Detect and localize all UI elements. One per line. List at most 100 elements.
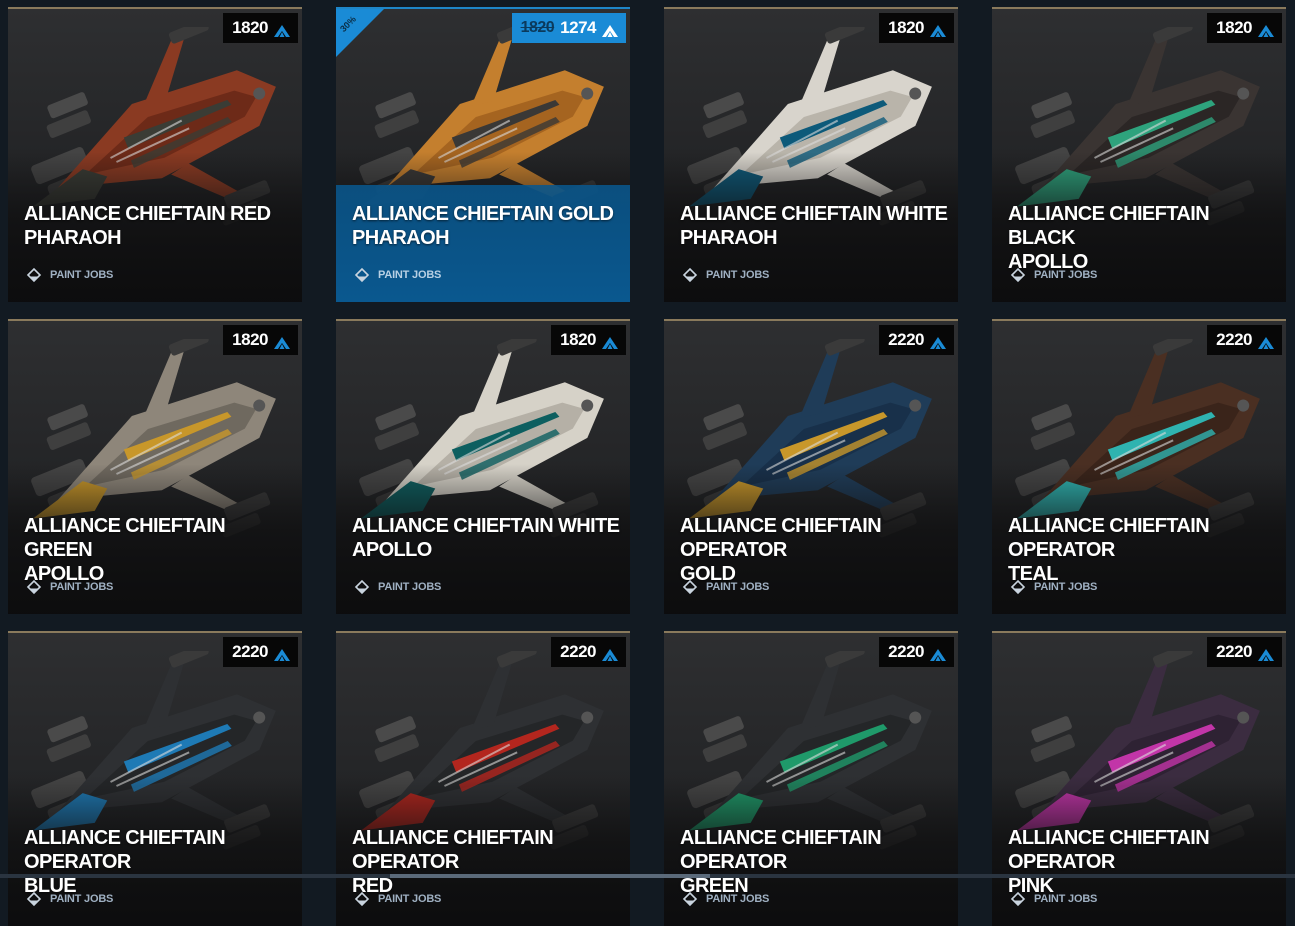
product-title-line2: APOLLO	[352, 539, 432, 561]
price-value: 2220	[560, 642, 596, 661]
product-category: PAINT JOBS	[26, 267, 113, 283]
paint-bucket-icon	[1010, 891, 1026, 907]
category-label: PAINT JOBS	[50, 581, 114, 593]
product-title-line1: ALLIANCE CHIEFTAIN RED	[24, 203, 271, 225]
paint-bucket-icon	[354, 579, 370, 595]
category-label: PAINT JOBS	[1034, 893, 1098, 905]
product-card[interactable]: 2220 ALLIANCE CHIEFTAIN OPERATOR RED PAINT …	[336, 631, 630, 926]
product-category: PAINT JOBS	[354, 579, 441, 595]
product-category: PAINT JOBS	[354, 891, 441, 907]
product-title-line1: ALLIANCE CHIEFTAIN GREEN	[24, 515, 226, 561]
price-value: 1820	[1216, 18, 1252, 37]
product-title: ALLIANCE CHIEFTAIN WHITE APOLLO	[352, 514, 622, 562]
discount-label: 30%	[338, 14, 358, 34]
price-badge: 2220	[551, 637, 626, 667]
price-badge: 2220	[1207, 325, 1282, 355]
product-card[interactable]: 30% 1820 1274 ALLIANCE CHIEFTAIN GOLD PHARAO…	[336, 7, 630, 302]
category-label: PAINT JOBS	[378, 581, 442, 593]
discount-ribbon: 30%	[336, 9, 392, 65]
product-title-line1: ALLIANCE CHIEFTAIN GOLD	[352, 203, 614, 225]
product-title-line2: PHARAOH	[352, 227, 450, 249]
price-value: 2220	[888, 642, 924, 661]
product-title-line1: ALLIANCE CHIEFTAIN OPERATOR	[24, 827, 226, 873]
category-label: PAINT JOBS	[706, 893, 770, 905]
product-card[interactable]: 1820 ALLIANCE CHIEFTAIN GREEN APOLLO PAINT …	[8, 319, 302, 614]
product-title-line1: ALLIANCE CHIEFTAIN OPERATOR	[1008, 827, 1210, 873]
product-card[interactable]: 1820 ALLIANCE CHIEFTAIN WHITE APOLLO PAINT …	[336, 319, 630, 614]
price-badge: 1820 1274	[511, 13, 626, 43]
price-value: 1820	[232, 330, 268, 349]
price-value: 1820	[560, 330, 596, 349]
product-category: PAINT JOBS	[1010, 891, 1097, 907]
arx-currency-icon	[930, 22, 946, 37]
arx-currency-icon	[1258, 646, 1274, 661]
product-title-line1: ALLIANCE CHIEFTAIN OPERATOR	[680, 515, 882, 561]
product-grid: 1820 ALLIANCE CHIEFTAIN RED PHARAOH PAINT J…	[8, 7, 1288, 926]
price-value: 1820	[888, 18, 924, 37]
product-title-line1: ALLIANCE CHIEFTAIN WHITE	[680, 203, 948, 225]
horizontal-scrollbar[interactable]	[0, 874, 1295, 878]
category-label: PAINT JOBS	[1034, 581, 1098, 593]
product-title: ALLIANCE CHIEFTAIN OPERATOR TEAL	[1008, 514, 1278, 586]
product-category: PAINT JOBS	[354, 267, 441, 283]
paint-bucket-icon	[354, 891, 370, 907]
product-title-line1: ALLIANCE CHIEFTAIN OPERATOR	[1008, 515, 1210, 561]
product-title: ALLIANCE CHIEFTAIN OPERATOR GOLD	[680, 514, 950, 586]
product-card[interactable]: 2220 ALLIANCE CHIEFTAIN OPERATOR TEAL PAINT…	[992, 319, 1286, 614]
product-card[interactable]: 2220 ALLIANCE CHIEFTAIN OPERATOR GOLD PAINT…	[664, 319, 958, 614]
paint-bucket-icon	[26, 891, 42, 907]
product-title-line1: ALLIANCE CHIEFTAIN WHITE	[352, 515, 620, 537]
price-value: 2220	[232, 642, 268, 661]
product-category: PAINT JOBS	[682, 891, 769, 907]
product-title: ALLIANCE CHIEFTAIN WHITE PHARAOH	[680, 202, 950, 250]
price-badge: 2220	[1207, 637, 1282, 667]
original-price: 1820	[520, 19, 555, 36]
price-badge: 1820	[223, 13, 298, 43]
price-badge: 2220	[879, 325, 954, 355]
product-card[interactable]: 1820 ALLIANCE CHIEFTAIN RED PHARAOH PAINT J…	[8, 7, 302, 302]
price-value: 2220	[1216, 642, 1252, 661]
product-card[interactable]: 2220 ALLIANCE CHIEFTAIN OPERATOR BLUE PAINT…	[8, 631, 302, 926]
product-title-line1: ALLIANCE CHIEFTAIN OPERATOR	[680, 827, 882, 873]
price-badge: 1820	[223, 325, 298, 355]
price-badge: 2220	[879, 637, 954, 667]
arx-currency-icon	[930, 646, 946, 661]
arx-currency-icon	[602, 646, 618, 661]
category-label: PAINT JOBS	[378, 893, 442, 905]
product-title-line1: ALLIANCE CHIEFTAIN OPERATOR	[352, 827, 554, 873]
arx-currency-icon	[1258, 334, 1274, 349]
product-title-line2: PHARAOH	[680, 227, 778, 249]
product-category: PAINT JOBS	[682, 267, 769, 283]
price-badge: 1820	[1207, 13, 1282, 43]
scrollbar-thumb[interactable]	[390, 874, 710, 878]
product-title: ALLIANCE CHIEFTAIN OPERATOR BLUE	[24, 826, 294, 898]
category-label: PAINT JOBS	[706, 581, 770, 593]
product-title: ALLIANCE CHIEFTAIN GOLD PHARAOH	[352, 202, 622, 250]
product-title-line1: ALLIANCE CHIEFTAIN BLACK	[1008, 203, 1210, 249]
arx-currency-icon	[274, 646, 290, 661]
product-card[interactable]: 1820 ALLIANCE CHIEFTAIN BLACK APOLLO PAINT …	[992, 7, 1286, 302]
arx-currency-icon	[1258, 22, 1274, 37]
product-title-line2: PHARAOH	[24, 227, 122, 249]
product-category: PAINT JOBS	[1010, 579, 1097, 595]
product-card[interactable]: 1820 ALLIANCE CHIEFTAIN WHITE PHARAOH PAINT…	[664, 7, 958, 302]
category-label: PAINT JOBS	[50, 893, 114, 905]
category-label: PAINT JOBS	[50, 269, 114, 281]
paint-bucket-icon	[682, 267, 698, 283]
product-title: ALLIANCE CHIEFTAIN OPERATOR PINK	[1008, 826, 1278, 898]
product-title: ALLIANCE CHIEFTAIN OPERATOR RED	[352, 826, 622, 898]
price-value: 1820	[232, 18, 268, 37]
product-title: ALLIANCE CHIEFTAIN RED PHARAOH	[24, 202, 294, 250]
product-card[interactable]: 2220 ALLIANCE CHIEFTAIN OPERATOR PINK PAINT…	[992, 631, 1286, 926]
product-category: PAINT JOBS	[26, 891, 113, 907]
paint-bucket-icon	[354, 267, 370, 283]
product-title: ALLIANCE CHIEFTAIN OPERATOR GREEN	[680, 826, 950, 898]
category-label: PAINT JOBS	[706, 269, 770, 281]
paint-bucket-icon	[1010, 267, 1026, 283]
product-category: PAINT JOBS	[682, 579, 769, 595]
paint-bucket-icon	[26, 579, 42, 595]
paint-bucket-icon	[682, 891, 698, 907]
arx-currency-icon	[930, 334, 946, 349]
arx-currency-icon	[602, 334, 618, 349]
product-card[interactable]: 2220 ALLIANCE CHIEFTAIN OPERATOR GREEN PAIN…	[664, 631, 958, 926]
